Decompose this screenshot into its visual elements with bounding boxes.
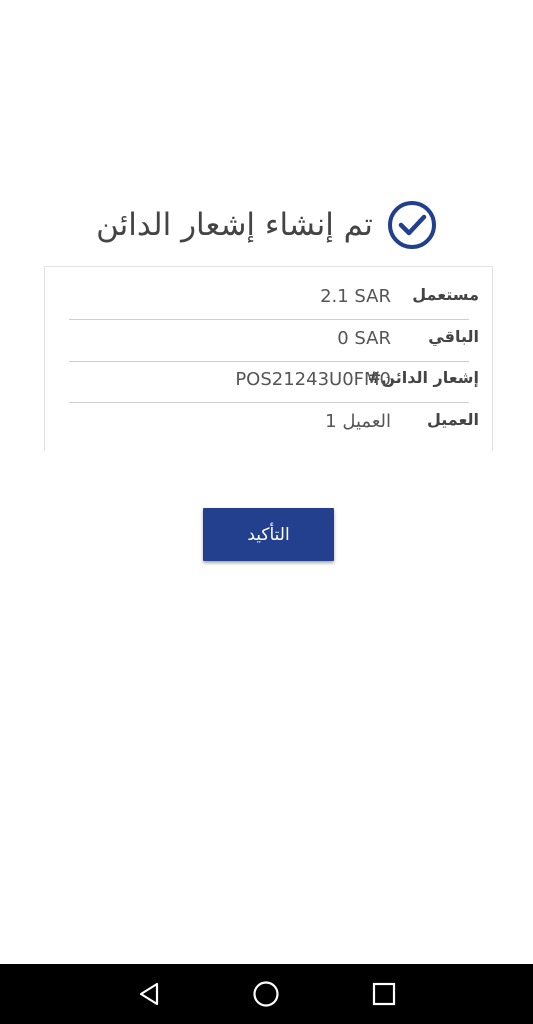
detail-row-remaining: الباقي 0 SAR (69, 319, 479, 362)
used-label: مستعمل (412, 285, 479, 304)
recents-square-icon[interactable] (364, 974, 404, 1014)
back-triangle-icon[interactable] (129, 974, 169, 1014)
detail-row-used: مستعمل 2.1 SAR (69, 277, 479, 320)
page-title: تم إنشاء إشعار الدائن (96, 207, 373, 243)
detail-row-customer: العميل العميل 1 (69, 402, 479, 444)
remaining-label: الباقي (428, 327, 479, 346)
confirm-button[interactable]: التأكيد (203, 508, 334, 561)
customer-label: العميل (426, 410, 479, 429)
credit-note-details-card: مستعمل 2.1 SAR الباقي 0 SAR إشعار الدائن… (44, 266, 493, 451)
success-header: تم إنشاء إشعار الدائن (0, 196, 533, 254)
check-circle-icon (387, 201, 436, 249)
home-circle-icon[interactable] (246, 974, 286, 1014)
system-navigation-bar (0, 964, 533, 1024)
credit-note-number-value: POS21243U0FM0 (235, 369, 391, 390)
detail-row-credit-note-number: إشعار الدائن# POS21243U0FM0 (69, 360, 479, 403)
customer-value: العميل 1 (325, 411, 391, 432)
used-value: 2.1 SAR (320, 286, 391, 307)
remaining-value: 0 SAR (337, 328, 391, 349)
